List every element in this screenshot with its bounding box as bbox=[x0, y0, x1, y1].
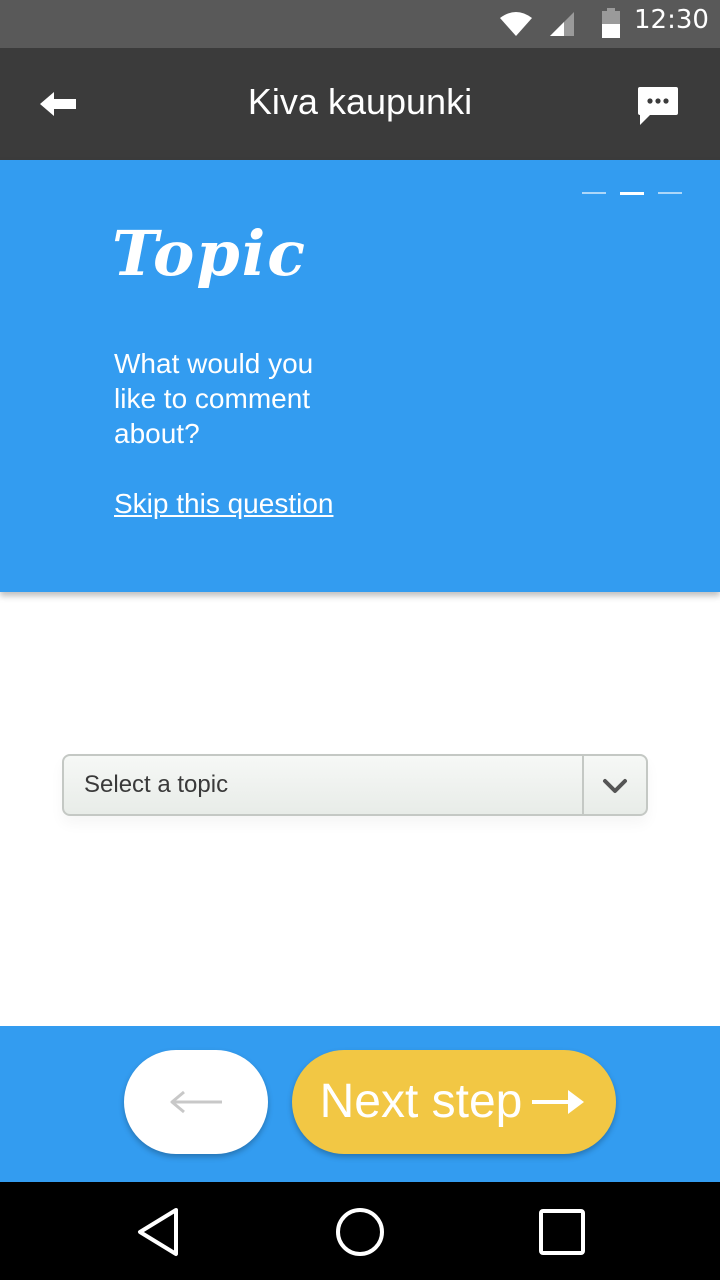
question-title: Topic bbox=[112, 217, 308, 290]
system-navigation-bar bbox=[0, 1182, 720, 1280]
chat-button[interactable] bbox=[626, 78, 690, 134]
step-dash-3 bbox=[658, 192, 682, 194]
chat-bubble-icon bbox=[638, 87, 678, 125]
skip-question-link[interactable]: Skip this question bbox=[114, 486, 333, 522]
next-step-button[interactable]: Next step bbox=[292, 1050, 616, 1154]
recents-square-icon[interactable] bbox=[534, 1204, 590, 1260]
arrow-right-icon bbox=[532, 1090, 585, 1114]
select-divider bbox=[582, 756, 584, 814]
next-step-label: Next step bbox=[319, 1075, 523, 1128]
topic-select-placeholder: Select a topic bbox=[84, 771, 229, 798]
app-bar: Kiva kaupunki bbox=[0, 48, 720, 160]
battery-icon bbox=[602, 8, 620, 38]
signal-icon bbox=[550, 12, 574, 36]
status-time: 12:30 bbox=[634, 5, 709, 35]
back-triangle-icon[interactable] bbox=[132, 1204, 188, 1260]
question-panel: Topic What would you like to comment abo… bbox=[0, 160, 720, 592]
previous-step-button[interactable] bbox=[124, 1050, 268, 1154]
arrow-left-icon bbox=[40, 92, 76, 116]
step-dash-2 bbox=[620, 192, 644, 195]
back-button[interactable] bbox=[22, 76, 94, 132]
home-circle-icon[interactable] bbox=[332, 1204, 388, 1260]
question-prompt: What would you like to comment about? bbox=[114, 348, 314, 449]
step-dash-1 bbox=[582, 192, 606, 194]
status-bar: 12:30 bbox=[0, 0, 720, 48]
step-indicator bbox=[582, 192, 686, 196]
app-title: Kiva kaupunki bbox=[247, 81, 473, 122]
step-navigation-bar: Next step bbox=[0, 1026, 720, 1182]
chevron-down-icon bbox=[603, 779, 627, 793]
arrow-left-icon bbox=[170, 1090, 222, 1114]
screen: 12:30 Kiva kaupunki Topic What would you… bbox=[0, 0, 720, 1280]
wifi-icon bbox=[500, 12, 532, 36]
topic-select[interactable]: Select a topic bbox=[62, 754, 648, 816]
